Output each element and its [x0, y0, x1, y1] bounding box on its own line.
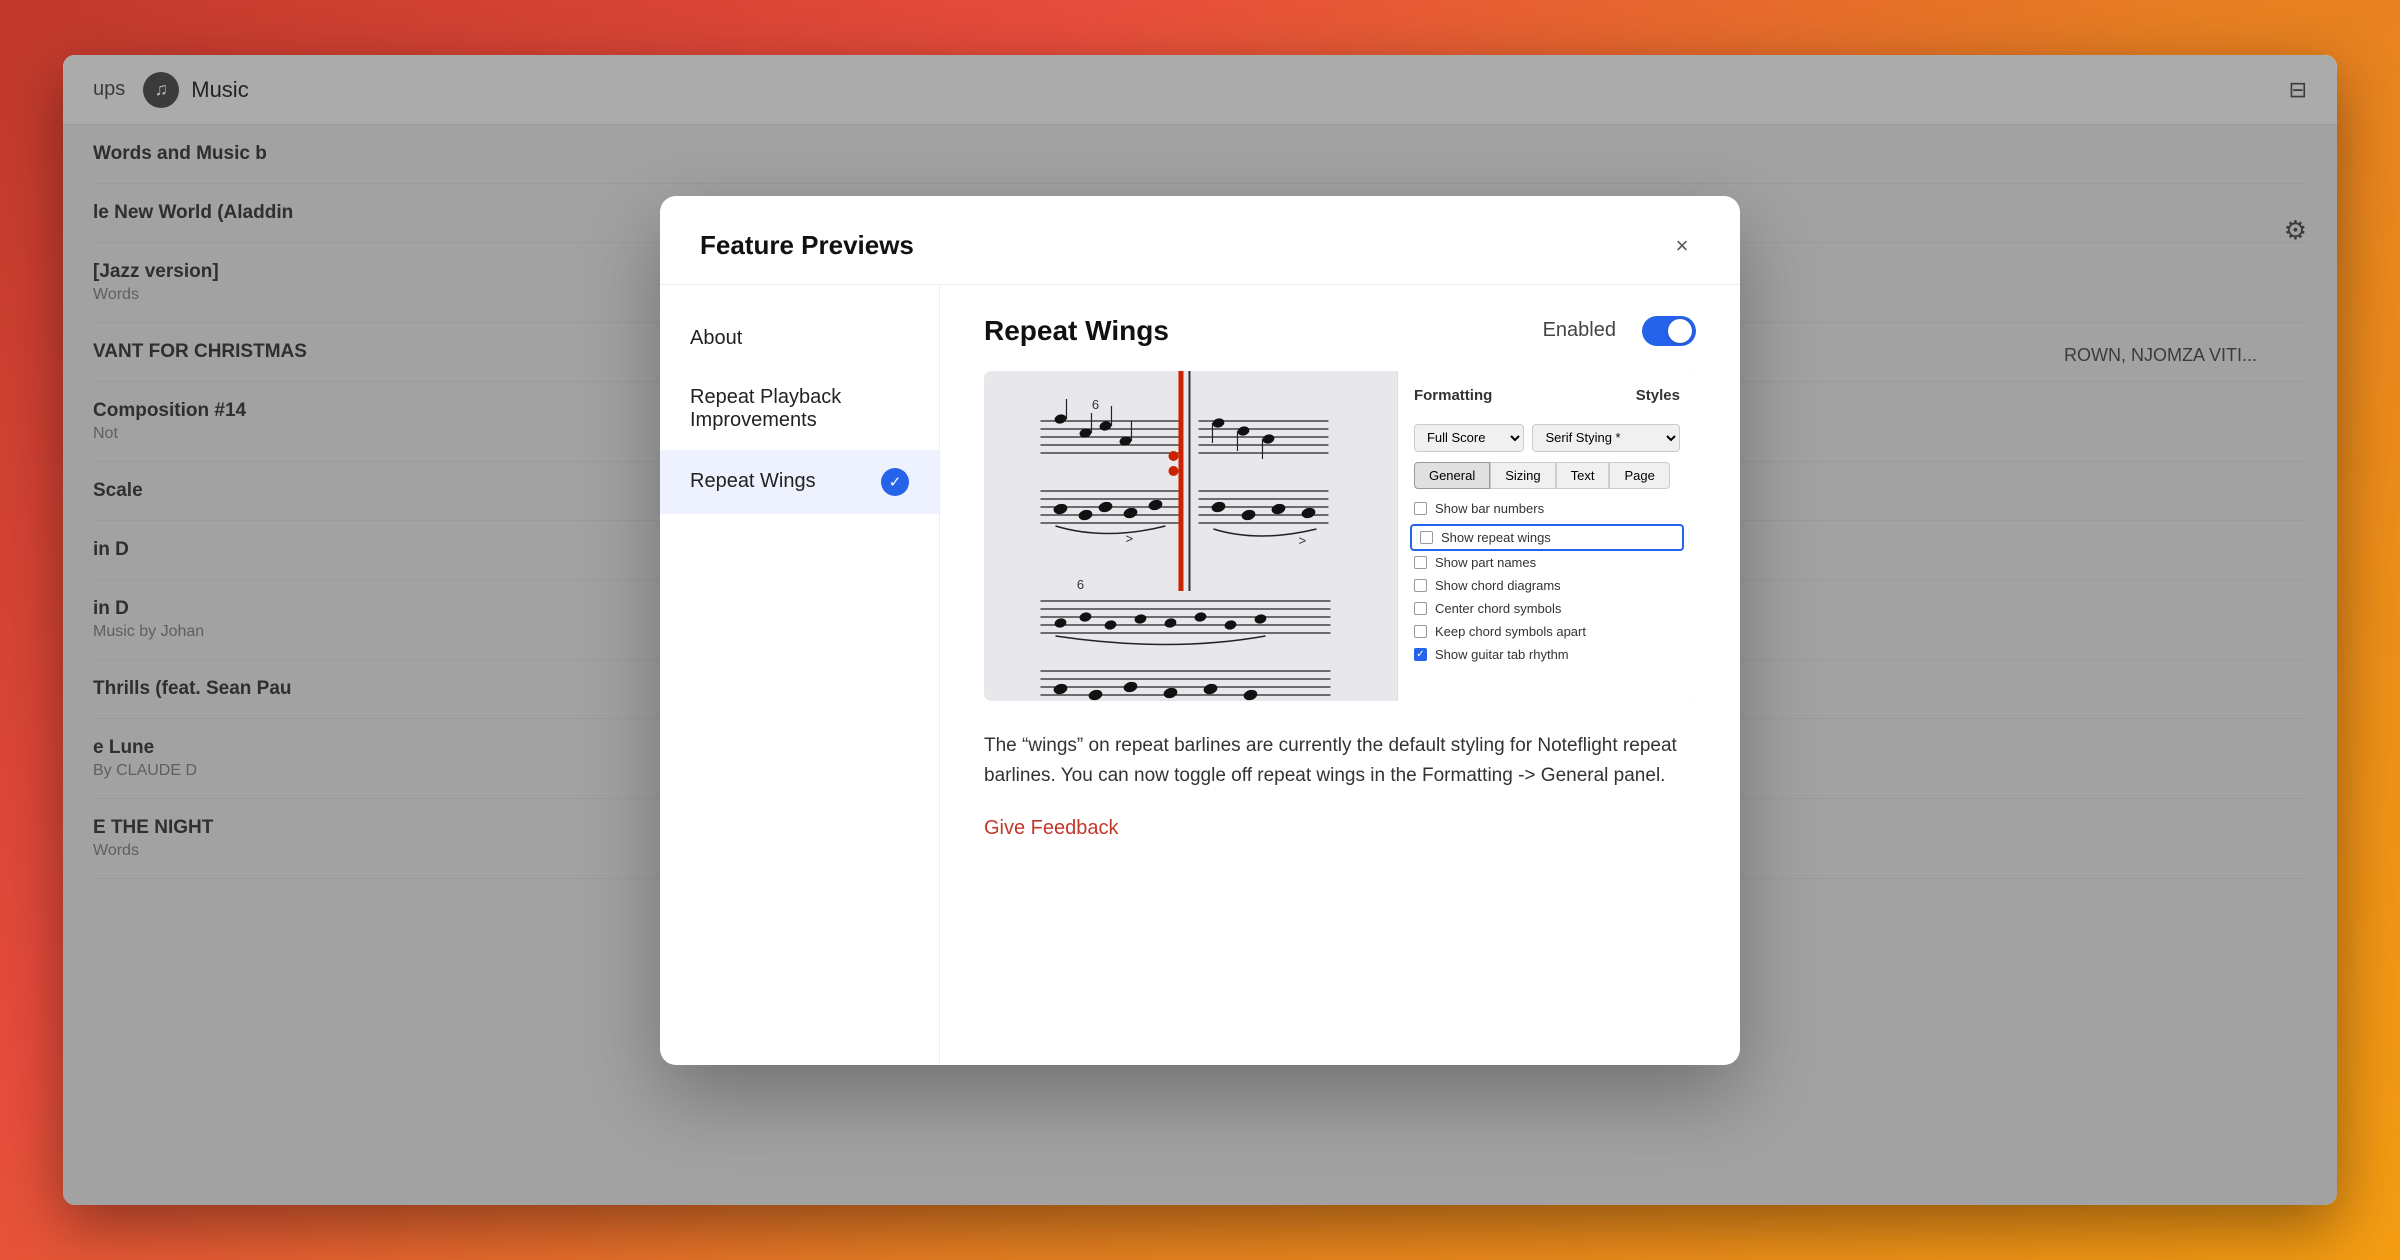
cb-show-chord-diagrams-box[interactable] — [1414, 579, 1427, 592]
formatting-title: Formatting — [1414, 387, 1492, 404]
cb-keep-chord-apart-box[interactable] — [1414, 625, 1427, 638]
tab-text[interactable]: Text — [1556, 462, 1610, 489]
enabled-toggle[interactable] — [1642, 316, 1696, 346]
description-text: The “wings” on repeat barlines are curre… — [984, 731, 1696, 792]
tab-sizing[interactable]: Sizing — [1490, 462, 1555, 489]
cb-show-bar-numbers: Show bar numbers — [1414, 501, 1680, 516]
toggle-container: Enabled — [1543, 316, 1696, 346]
modal-dialog: Feature Previews × About Repeat Playback… — [660, 196, 1740, 1065]
enabled-label: Enabled — [1543, 319, 1616, 342]
cb-show-part-names: Show part names — [1414, 555, 1680, 570]
cb-show-bar-numbers-box[interactable] — [1414, 502, 1427, 515]
modal-header: Feature Previews × — [660, 196, 1740, 285]
tab-page[interactable]: Page — [1609, 462, 1669, 489]
tab-general[interactable]: General — [1414, 462, 1490, 489]
panel-tabs: General Sizing Text Page — [1414, 462, 1680, 489]
sidebar-item-about[interactable]: About — [660, 309, 939, 368]
cb-show-part-names-box[interactable] — [1414, 556, 1427, 569]
notation-panel: 6 — [984, 371, 1397, 701]
content-title: Repeat Wings — [984, 315, 1169, 347]
close-button[interactable]: × — [1664, 228, 1700, 264]
svg-text:6: 6 — [1092, 397, 1099, 412]
formatting-panel: Formatting Styles Full Score Serif Styin… — [1397, 371, 1696, 701]
cb-show-repeat-wings-box[interactable] — [1420, 531, 1433, 544]
content-header: Repeat Wings Enabled — [984, 315, 1696, 347]
cb-show-guitar-tab: ✓ Show guitar tab rhythm — [1414, 647, 1680, 662]
modal-content: Repeat Wings Enabled — [940, 285, 1740, 1065]
modal-overlay: Feature Previews × About Repeat Playback… — [63, 55, 2337, 1205]
app-window: ups ♫ Music ⊟ Words and Music b le New W… — [63, 55, 2337, 1205]
cb-show-repeat-wings: Show repeat wings — [1410, 524, 1684, 551]
sidebar-item-repeat-playback[interactable]: Repeat Playback Improvements — [660, 368, 939, 450]
sidebar-item-repeat-wings[interactable]: Repeat Wings ✓ — [660, 450, 939, 514]
cb-center-chord-symbols: Center chord symbols — [1414, 601, 1680, 616]
cb-show-guitar-tab-box[interactable]: ✓ — [1414, 648, 1427, 661]
styles-title: Styles — [1636, 387, 1680, 404]
modal-title: Feature Previews — [700, 230, 914, 261]
preview-image: 6 — [984, 371, 1696, 701]
svg-text:>: > — [1298, 533, 1306, 548]
modal-body: About Repeat Playback Improvements Repea… — [660, 285, 1740, 1065]
full-score-select[interactable]: Full Score — [1414, 424, 1525, 452]
svg-text:>: > — [1125, 531, 1133, 546]
check-icon: ✓ — [881, 468, 909, 496]
svg-text:6: 6 — [1077, 577, 1084, 592]
modal-sidebar: About Repeat Playback Improvements Repea… — [660, 285, 940, 1065]
cb-keep-chord-apart: Keep chord symbols apart — [1414, 624, 1680, 639]
style-select[interactable]: Serif Stying * — [1532, 424, 1680, 452]
cb-show-chord-diagrams: Show chord diagrams — [1414, 578, 1680, 593]
cb-center-chord-symbols-box[interactable] — [1414, 602, 1427, 615]
notation-svg: 6 — [984, 371, 1397, 701]
give-feedback-link[interactable]: Give Feedback — [984, 817, 1119, 839]
